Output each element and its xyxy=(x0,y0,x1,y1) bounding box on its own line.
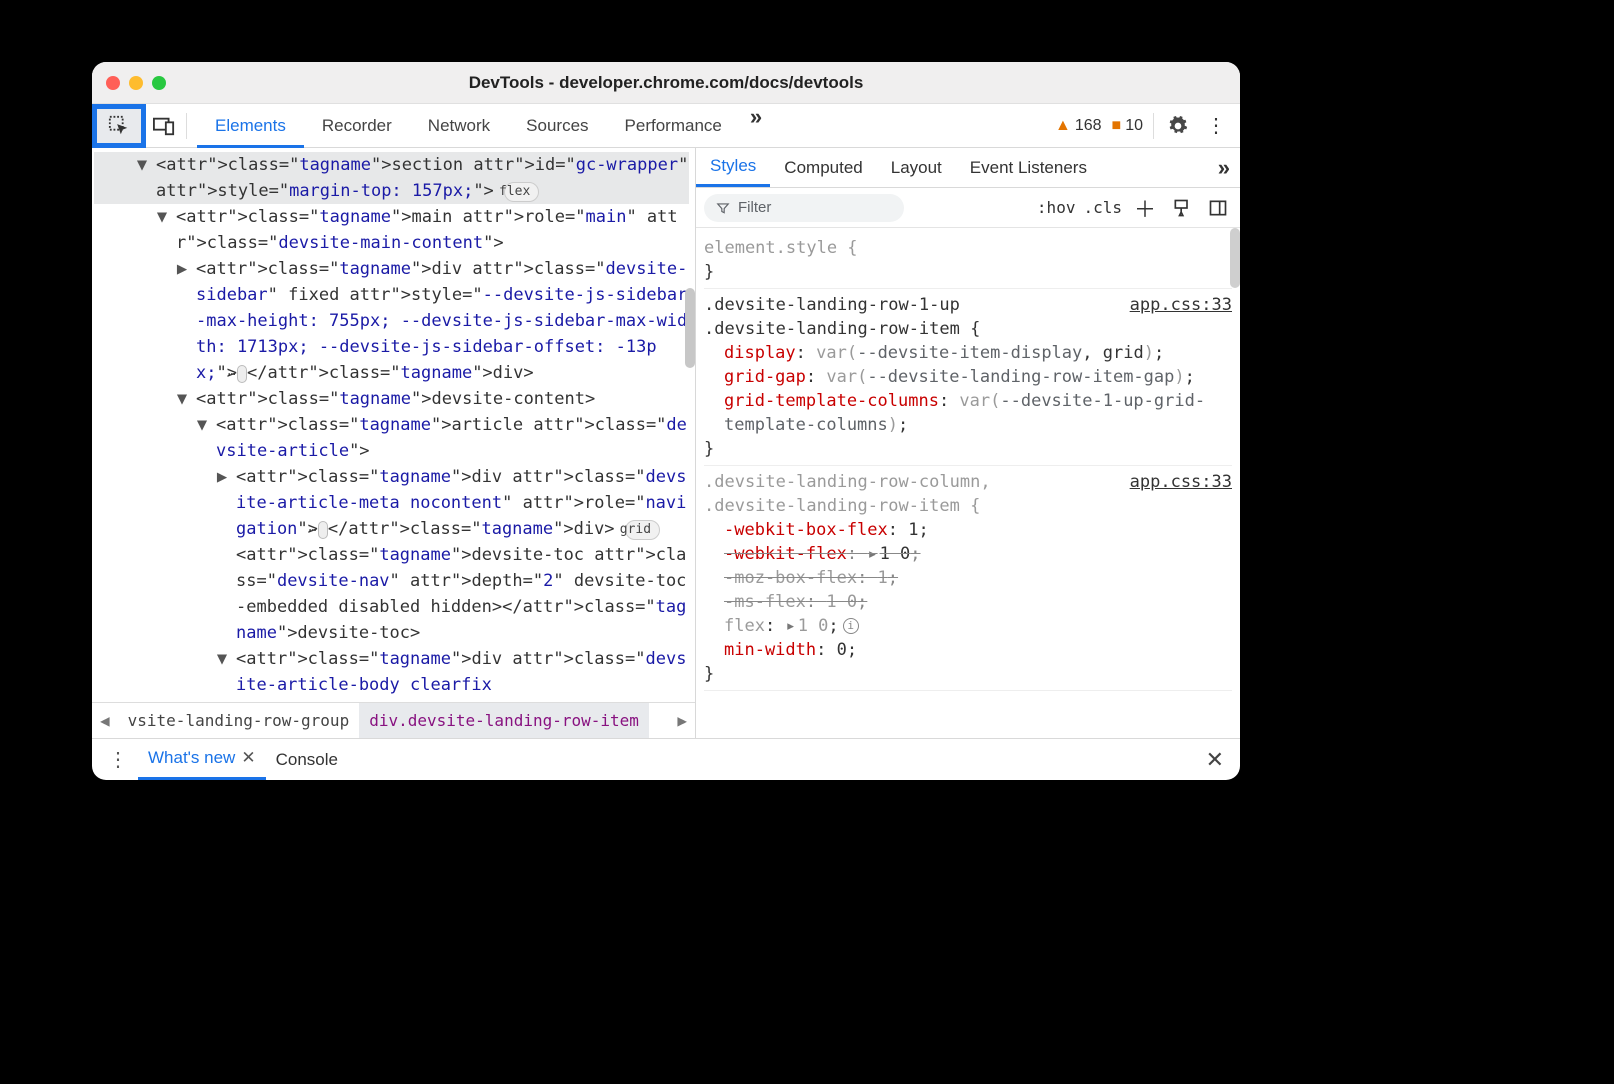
tab-whats-new[interactable]: What's new ✕ xyxy=(138,739,266,780)
expand-arrow-icon[interactable]: ▶ xyxy=(222,464,236,490)
info-icon[interactable]: i xyxy=(843,618,859,634)
tab-label: What's new xyxy=(148,748,235,768)
expand-arrow-icon[interactable]: ▼ xyxy=(142,152,156,178)
more-options-button[interactable]: ⋮ xyxy=(1202,113,1230,138)
style-rule[interactable]: app.css:33.devsite-landing-row-column,.d… xyxy=(704,466,1232,691)
divider xyxy=(1153,113,1154,139)
zoom-window-button[interactable] xyxy=(152,76,166,90)
computed-sidebar-toggle[interactable] xyxy=(1204,198,1232,218)
drawer-tabs: ⋮ What's new ✕ Console ✕ xyxy=(92,738,1240,780)
styles-filter-bar: Filter :hov .cls ＋ xyxy=(696,188,1240,228)
inspect-element-button[interactable] xyxy=(92,104,146,148)
filter-placeholder: Filter xyxy=(738,199,771,216)
tab-computed[interactable]: Computed xyxy=(770,148,876,187)
layout-badge[interactable]: flex xyxy=(504,182,539,202)
layout-badge[interactable]: grid xyxy=(625,520,660,540)
issues-count: 10 xyxy=(1125,117,1143,135)
dom-node[interactable]: ▼<attr">class="tagname">devsite-content> xyxy=(94,386,689,412)
dom-node[interactable]: ▼<attr">class="tagname">div attr">class=… xyxy=(94,646,689,702)
close-window-button[interactable] xyxy=(106,76,120,90)
source-link[interactable]: app.css:33 xyxy=(1130,470,1232,494)
dom-panel: ▼<attr">class="tagname">section attr">id… xyxy=(92,148,696,738)
minimize-window-button[interactable] xyxy=(129,76,143,90)
device-icon xyxy=(153,116,175,136)
issues-icon: ■ xyxy=(1112,117,1122,135)
tab-layout[interactable]: Layout xyxy=(877,148,956,187)
tab-performance[interactable]: Performance xyxy=(607,104,740,148)
ellipsis-icon[interactable]: ⋯ xyxy=(237,365,247,383)
filter-icon xyxy=(716,201,730,215)
tab-console[interactable]: Console xyxy=(266,739,348,780)
sidebar-tabs: Styles Computed Layout Event Listeners » xyxy=(696,148,1240,188)
style-rule[interactable]: element.style {} xyxy=(704,232,1232,289)
expand-arrow-icon[interactable]: ▼ xyxy=(182,386,196,412)
panel-tabs: Elements Recorder Network Sources Perfor… xyxy=(197,104,772,148)
gear-icon xyxy=(1168,116,1188,136)
expand-arrow-icon[interactable]: ▼ xyxy=(202,412,216,438)
dom-node[interactable]: ▼<attr">class="tagname">section attr">id… xyxy=(94,152,689,204)
styles-panel: Styles Computed Layout Event Listeners »… xyxy=(696,148,1240,738)
close-drawer-button[interactable]: ✕ xyxy=(1196,747,1234,773)
new-style-rule-button[interactable]: ＋ xyxy=(1130,192,1160,224)
titlebar: DevTools - developer.chrome.com/docs/dev… xyxy=(92,62,1240,104)
devtools-window: DevTools - developer.chrome.com/docs/dev… xyxy=(92,62,1240,780)
breadcrumb-scroll-left[interactable]: ◀ xyxy=(92,711,118,730)
close-tab-icon[interactable]: ✕ xyxy=(241,748,255,768)
dom-node[interactable]: ▶<attr">class="tagname">div attr">class=… xyxy=(94,464,689,542)
source-link[interactable]: app.css:33 xyxy=(1130,293,1232,317)
elements-split: ▼<attr">class="tagname">section attr">id… xyxy=(92,148,1240,738)
dom-node[interactable]: ▼<attr">class="tagname">article attr">cl… xyxy=(94,412,689,464)
tab-styles[interactable]: Styles xyxy=(696,148,770,187)
warning-icon: ▲ xyxy=(1055,117,1071,135)
breadcrumb-item[interactable]: vsite-landing-row-group xyxy=(118,703,360,738)
expand-arrow-icon[interactable]: ▼ xyxy=(162,204,176,230)
tab-network[interactable]: Network xyxy=(410,104,508,148)
expand-arrow-icon[interactable]: ▼ xyxy=(222,646,236,672)
dom-node[interactable]: ▶<attr">class="tagname">div attr">class=… xyxy=(94,256,689,386)
tab-sources[interactable]: Sources xyxy=(508,104,606,148)
ellipsis-icon[interactable]: ⋯ xyxy=(318,521,328,539)
sidebar-icon xyxy=(1208,198,1228,218)
issues-badge[interactable]: ■ 10 xyxy=(1112,117,1143,135)
scrollbar[interactable] xyxy=(685,288,695,368)
dom-node[interactable]: ▼<attr">class="tagname">main attr">role=… xyxy=(94,204,689,256)
paint-button[interactable] xyxy=(1168,198,1196,218)
paint-icon xyxy=(1172,198,1192,218)
breadcrumb-item-selected[interactable]: div.devsite-landing-row-item xyxy=(359,703,649,738)
inspect-icon xyxy=(108,115,130,137)
tab-elements[interactable]: Elements xyxy=(197,104,304,148)
window-title: DevTools - developer.chrome.com/docs/dev… xyxy=(92,73,1240,93)
drawer-more-button[interactable]: ⋮ xyxy=(98,747,138,772)
more-tabs-button[interactable]: » xyxy=(740,104,772,148)
dom-node[interactable]: <attr">class="tagname">devsite-toc attr"… xyxy=(94,542,689,646)
toolbar-right: ▲ 168 ■ 10 ⋮ xyxy=(1055,113,1240,139)
expand-arrow-icon[interactable]: ▶ xyxy=(182,256,196,282)
hov-toggle[interactable]: :hov xyxy=(1037,198,1076,217)
breadcrumb: ◀ vsite-landing-row-group div.devsite-la… xyxy=(92,702,695,738)
tab-recorder[interactable]: Recorder xyxy=(304,104,410,148)
style-rule[interactable]: app.css:33.devsite-landing-row-1-up.devs… xyxy=(704,289,1232,466)
main-toolbar: Elements Recorder Network Sources Perfor… xyxy=(92,104,1240,148)
breadcrumb-scroll-right[interactable]: ▶ xyxy=(669,711,695,730)
divider xyxy=(186,113,187,139)
expand-arrow-icon[interactable] xyxy=(222,542,236,568)
window-controls xyxy=(106,76,166,90)
warnings-badge[interactable]: ▲ 168 xyxy=(1055,117,1102,135)
warnings-count: 168 xyxy=(1075,117,1102,135)
more-sidebar-tabs[interactable]: » xyxy=(1208,155,1240,181)
styles-rules[interactable]: element.style {}app.css:33.devsite-landi… xyxy=(696,228,1240,738)
tab-event-listeners[interactable]: Event Listeners xyxy=(956,148,1101,187)
cls-toggle[interactable]: .cls xyxy=(1083,198,1122,217)
filter-input[interactable]: Filter xyxy=(704,194,904,222)
dom-tree[interactable]: ▼<attr">class="tagname">section attr">id… xyxy=(92,148,695,702)
scrollbar[interactable] xyxy=(1230,228,1240,288)
device-toggle-button[interactable] xyxy=(146,116,182,136)
settings-button[interactable] xyxy=(1164,116,1192,136)
